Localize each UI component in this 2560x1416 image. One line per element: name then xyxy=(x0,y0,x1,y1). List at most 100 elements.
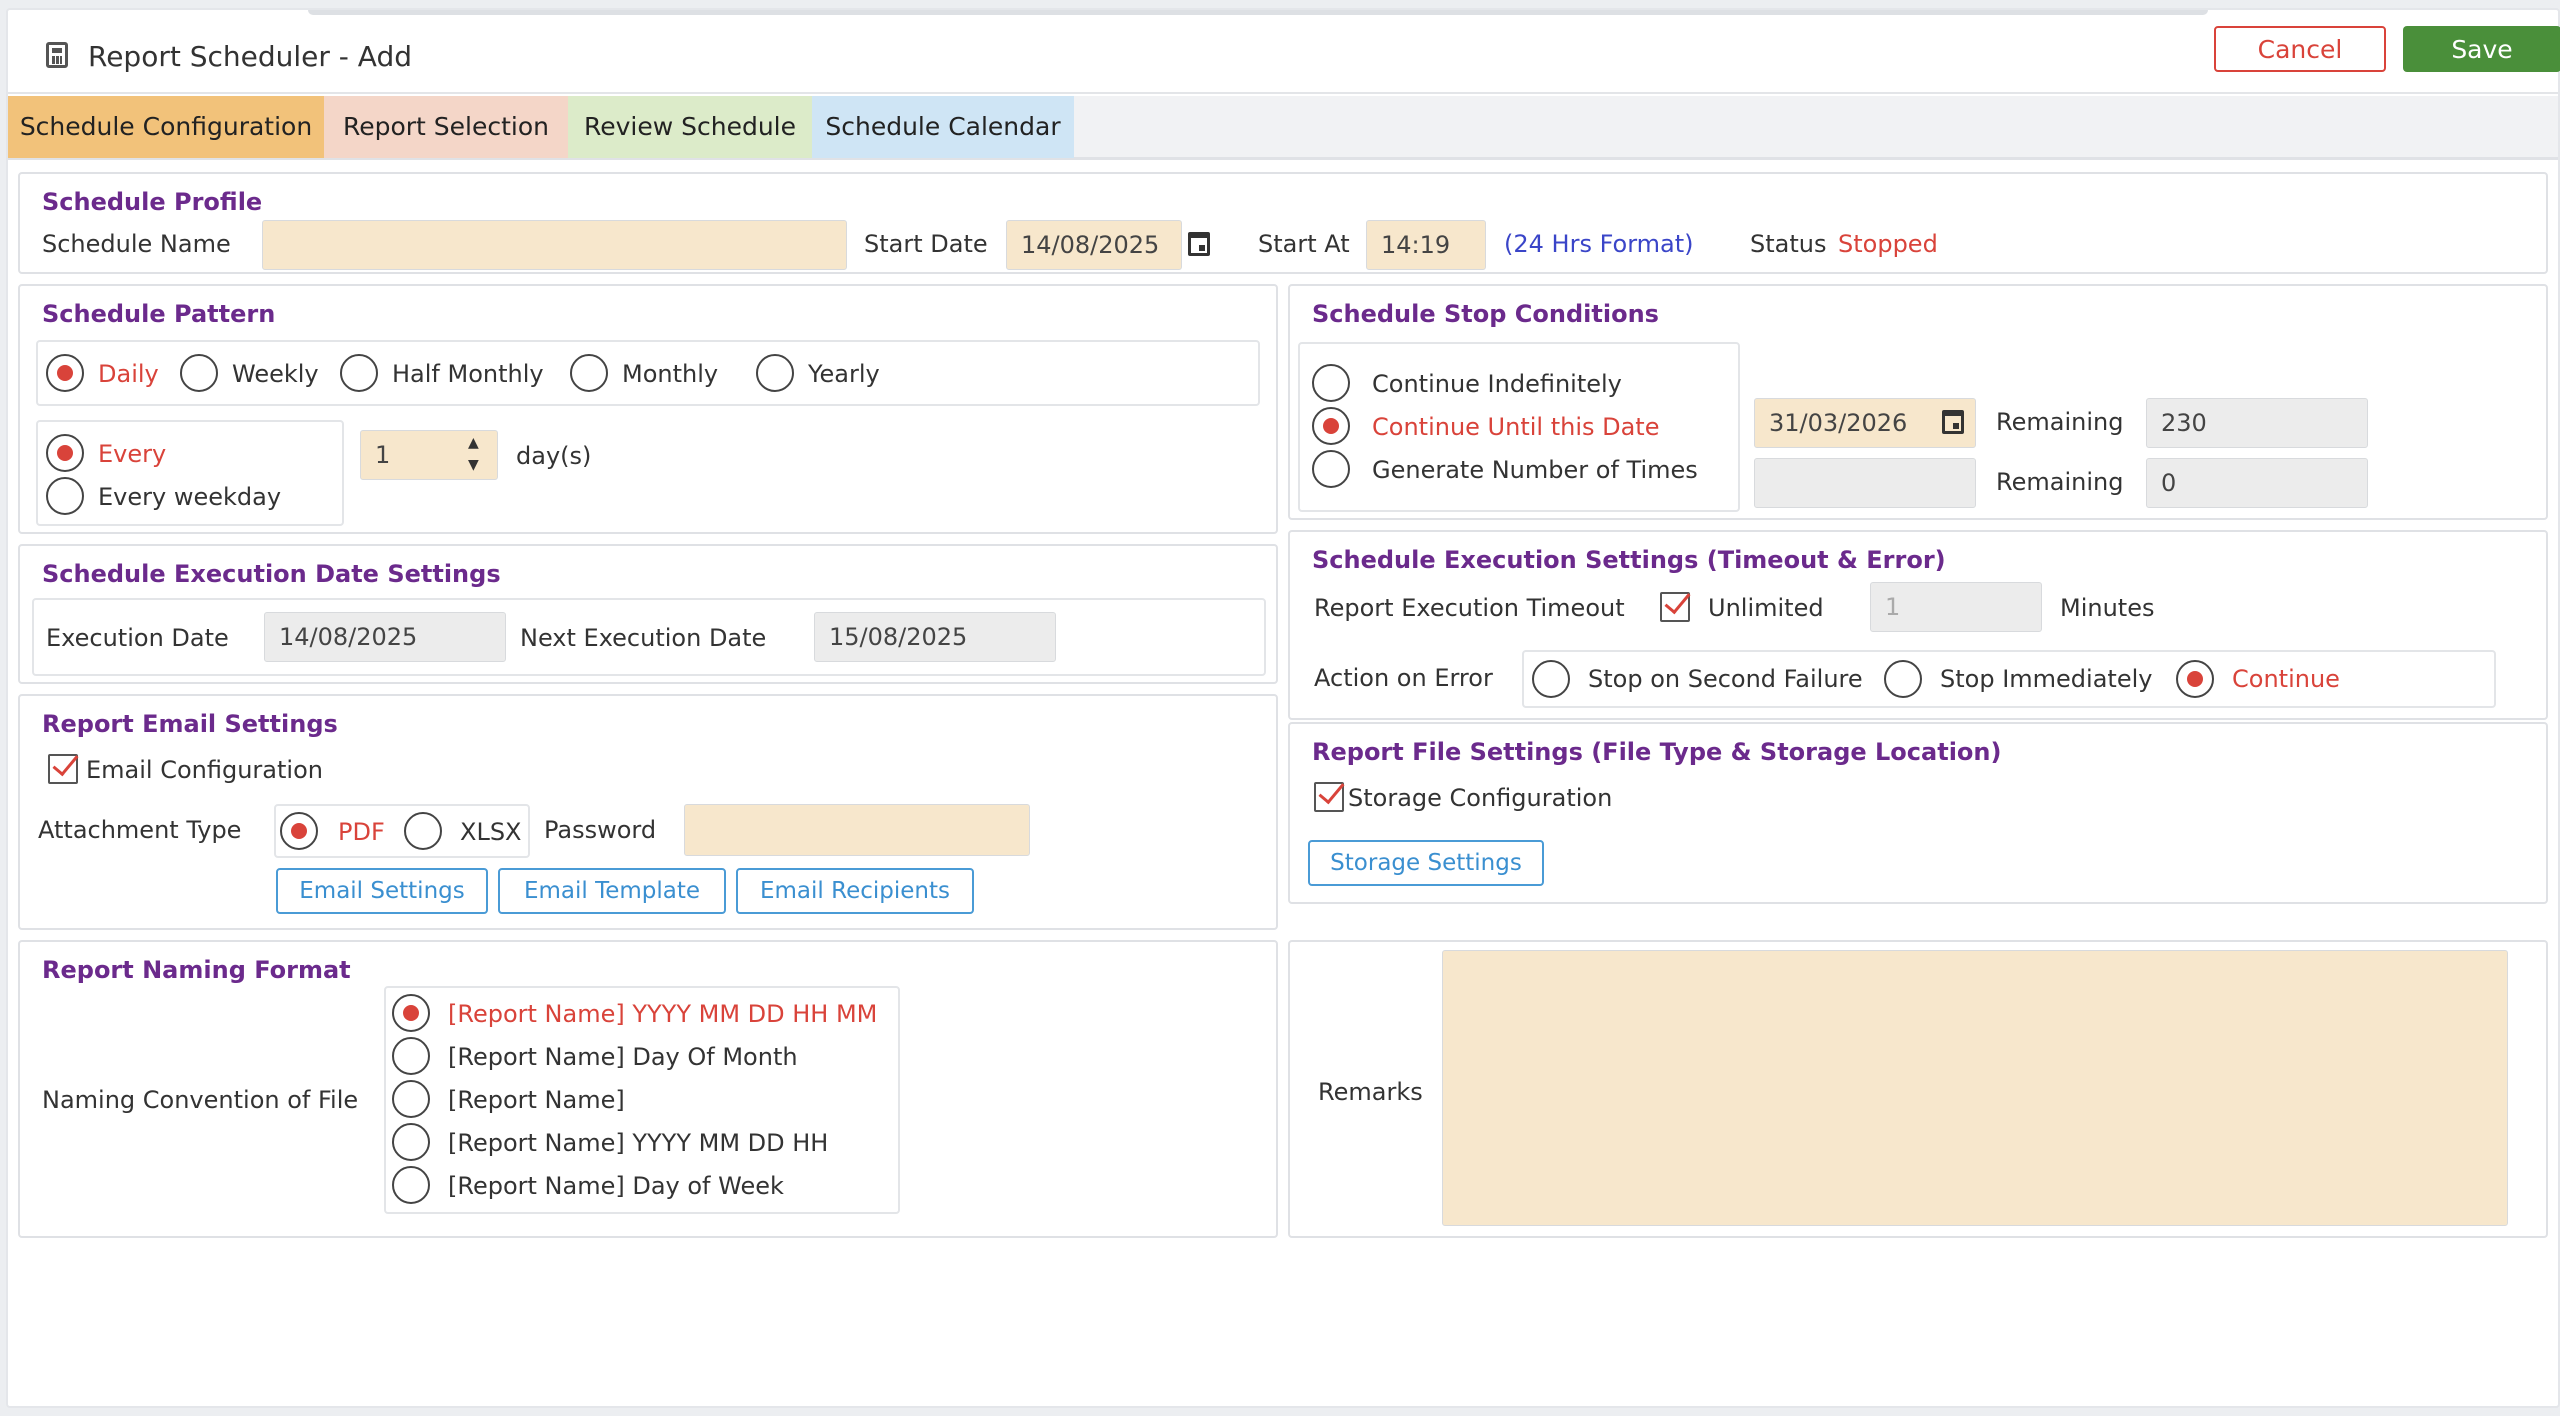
naming-options-group: [Report Name] YYYY MM DD HH MM [Report N… xyxy=(384,986,900,1214)
schedule-pattern-title: Schedule Pattern xyxy=(42,300,276,328)
save-button[interactable]: Save xyxy=(2403,26,2560,72)
tab-schedule-calendar[interactable]: Schedule Calendar xyxy=(812,96,1074,158)
remaining-days-label: Remaining xyxy=(1996,408,2124,436)
label-daily: Daily xyxy=(98,360,159,388)
label-generate-number-of-times: Generate Number of Times xyxy=(1372,456,1698,484)
calendar-icon[interactable] xyxy=(1188,232,1210,256)
remaining-days-field: 230 xyxy=(2146,398,2368,448)
status-label: Status xyxy=(1750,230,1827,258)
unlimited-checkbox[interactable] xyxy=(1660,592,1690,622)
remarks-panel: Remarks xyxy=(1288,940,2548,1238)
tab-report-selection[interactable]: Report Selection xyxy=(324,96,568,158)
schedule-pattern-panel: Schedule Pattern Daily Weekly Half Month… xyxy=(18,284,1278,534)
execution-settings-panel: Schedule Execution Settings (Timeout & E… xyxy=(1288,530,2548,720)
remaining-times-field: 0 xyxy=(2146,458,2368,508)
radio-continue[interactable] xyxy=(2176,660,2214,698)
remarks-label: Remarks xyxy=(1318,1078,1423,1106)
start-at-label: Start At xyxy=(1258,230,1350,258)
radio-stop-second-failure[interactable] xyxy=(1532,660,1570,698)
radio-naming-datetime[interactable] xyxy=(392,994,430,1032)
email-settings-panel: Report Email Settings Email Configuratio… xyxy=(18,694,1278,930)
radio-pdf[interactable] xyxy=(280,812,318,850)
email-settings-title: Report Email Settings xyxy=(42,710,338,738)
radio-continue-until-date[interactable] xyxy=(1312,407,1350,445)
number-of-times-input[interactable] xyxy=(1754,458,1976,508)
stop-options-group: Continue Indefinitely Continue Until thi… xyxy=(1298,342,1740,512)
days-unit-label: day(s) xyxy=(516,442,592,470)
remarks-textarea[interactable] xyxy=(1442,950,2508,1226)
label-xlsx: XLSX xyxy=(460,818,522,846)
calculator-icon xyxy=(46,42,68,68)
radio-xlsx[interactable] xyxy=(404,812,442,850)
radio-naming-date-hour[interactable] xyxy=(392,1123,430,1161)
radio-naming-report-name[interactable] xyxy=(392,1080,430,1118)
label-continue: Continue xyxy=(2232,665,2340,693)
time-format-hint: (24 Hrs Format) xyxy=(1504,230,1694,258)
schedule-profile-panel: Schedule Profile Schedule Name Start Dat… xyxy=(18,172,2548,274)
email-configuration-checkbox[interactable] xyxy=(48,754,78,784)
remaining-times-label: Remaining xyxy=(1996,468,2124,496)
radio-every-weekday[interactable] xyxy=(46,477,84,515)
radio-stop-immediately[interactable] xyxy=(1884,660,1922,698)
start-date-input[interactable]: 14/08/2025 xyxy=(1006,220,1182,270)
radio-daily[interactable] xyxy=(46,354,84,392)
next-execution-date-label: Next Execution Date xyxy=(520,624,767,652)
label-every-weekday: Every weekday xyxy=(98,483,282,511)
label-naming-datetime: [Report Name] YYYY MM DD HH MM xyxy=(448,1000,878,1028)
until-date-value: 31/03/2026 xyxy=(1769,409,1908,437)
page-title: Report Scheduler - Add xyxy=(88,40,413,73)
label-yearly: Yearly xyxy=(808,360,880,388)
timeout-stepper[interactable]: 1 xyxy=(1870,582,2042,632)
tab-schedule-configuration[interactable]: Schedule Configuration xyxy=(8,96,324,158)
stepper-down-icon[interactable]: ▼ xyxy=(468,458,479,472)
label-continue-indefinitely: Continue Indefinitely xyxy=(1372,370,1622,398)
start-at-input[interactable]: 14:19 xyxy=(1366,220,1486,270)
label-naming-report-name: [Report Name] xyxy=(448,1086,625,1114)
radio-naming-day-of-week[interactable] xyxy=(392,1166,430,1204)
label-continue-until-date: Continue Until this Date xyxy=(1372,413,1660,441)
storage-configuration-checkbox[interactable] xyxy=(1314,782,1344,812)
execution-date-panel: Schedule Execution Date Settings Executi… xyxy=(18,544,1278,684)
report-scheduler-window: Report Scheduler - Add Cancel Save Sched… xyxy=(6,8,2560,1408)
password-input[interactable] xyxy=(684,804,1030,856)
stepper-up-icon[interactable]: ▲ xyxy=(468,436,479,450)
label-naming-day-of-month: [Report Name] Day Of Month xyxy=(448,1043,798,1071)
storage-settings-button[interactable]: Storage Settings xyxy=(1308,840,1544,886)
email-template-button[interactable]: Email Template xyxy=(498,868,726,914)
radio-yearly[interactable] xyxy=(756,354,794,392)
tab-review-schedule[interactable]: Review Schedule xyxy=(568,96,812,158)
email-settings-button[interactable]: Email Settings xyxy=(276,868,488,914)
execution-date-label: Execution Date xyxy=(46,624,229,652)
tab-bar: Schedule Configuration Report Selection … xyxy=(8,96,2558,160)
file-settings-title: Report File Settings (File Type & Storag… xyxy=(1312,738,2002,766)
label-naming-date-hour: [Report Name] YYYY MM DD HH xyxy=(448,1129,829,1157)
execution-settings-title: Schedule Execution Settings (Timeout & E… xyxy=(1312,546,1946,574)
label-half-monthly: Half Monthly xyxy=(392,360,544,388)
next-execution-date-field: 15/08/2025 xyxy=(814,612,1056,662)
cancel-button[interactable]: Cancel xyxy=(2214,26,2386,72)
schedule-name-input[interactable] xyxy=(262,220,847,270)
execution-date-title: Schedule Execution Date Settings xyxy=(42,560,501,588)
every-days-value: 1 xyxy=(375,441,391,469)
radio-half-monthly[interactable] xyxy=(340,354,378,392)
error-options-group: Stop on Second Failure Stop Immediately … xyxy=(1522,650,2496,708)
radio-monthly[interactable] xyxy=(570,354,608,392)
radio-continue-indefinitely[interactable] xyxy=(1312,364,1350,402)
execution-date-field: 14/08/2025 xyxy=(264,612,506,662)
radio-naming-day-of-month[interactable] xyxy=(392,1037,430,1075)
naming-convention-label: Naming Convention of File xyxy=(42,1086,359,1114)
status-value: Stopped xyxy=(1838,230,1938,258)
radio-generate-number-of-times[interactable] xyxy=(1312,450,1350,488)
calendar-icon[interactable] xyxy=(1942,410,1964,434)
start-date-label: Start Date xyxy=(864,230,988,258)
every-options-group: Every Every weekday xyxy=(36,420,344,526)
execution-date-group: Execution Date 14/08/2025 Next Execution… xyxy=(32,598,1266,676)
action-on-error-label: Action on Error xyxy=(1314,664,1493,692)
radio-every[interactable] xyxy=(46,434,84,472)
file-settings-panel: Report File Settings (File Type & Storag… xyxy=(1288,722,2548,904)
naming-format-panel: Report Naming Format Naming Convention o… xyxy=(18,940,1278,1238)
schedule-stop-panel: Schedule Stop Conditions Continue Indefi… xyxy=(1288,284,2548,520)
pattern-options-group: Daily Weekly Half Monthly Monthly Yearly xyxy=(36,340,1260,406)
radio-weekly[interactable] xyxy=(180,354,218,392)
email-recipients-button[interactable]: Email Recipients xyxy=(736,868,974,914)
